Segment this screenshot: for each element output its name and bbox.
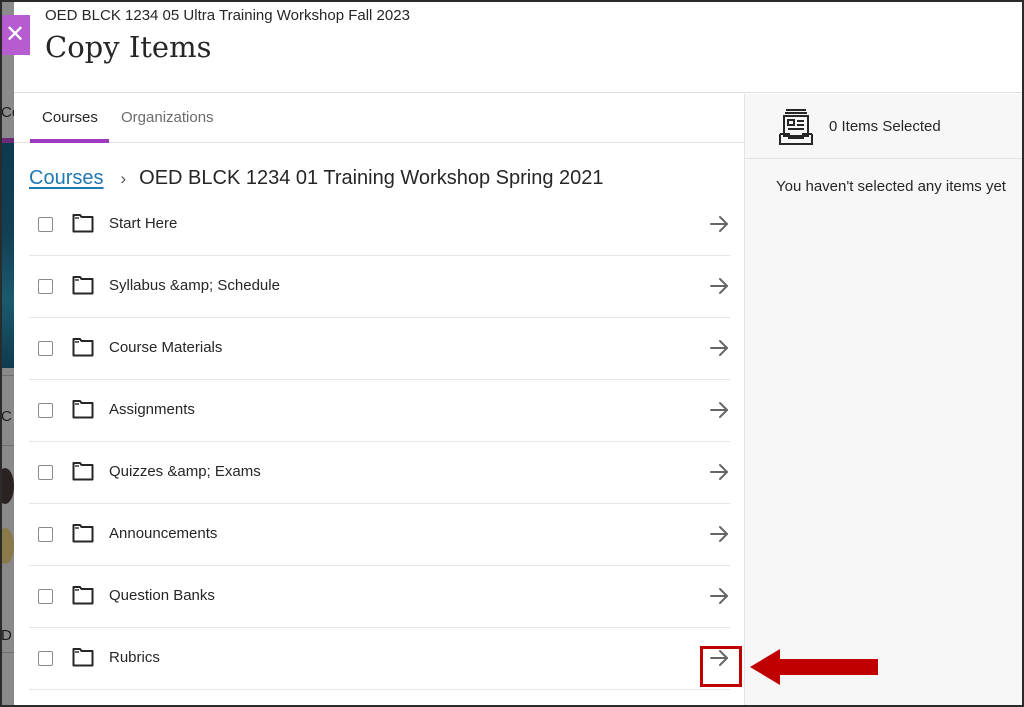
- folder-icon: [72, 400, 94, 419]
- background-page: Co C D: [0, 0, 14, 707]
- item-checkbox[interactable]: [38, 403, 53, 418]
- item-checkbox[interactable]: [38, 465, 53, 480]
- open-folder-button[interactable]: [708, 337, 730, 359]
- background-letter: C: [1, 408, 12, 425]
- list-item-0: Start Here: [29, 201, 730, 256]
- item-label: Quizzes &amp; Exams: [109, 463, 261, 480]
- open-folder-button[interactable]: [708, 585, 730, 607]
- content-list: Start Here Syllabus &amp; Schedule Cours…: [29, 201, 730, 690]
- empty-selection-message: You haven't selected any items yet: [776, 178, 1006, 195]
- selection-panel: 0 Items Selected You haven't selected an…: [744, 94, 1022, 705]
- folder-icon: [72, 276, 94, 295]
- item-checkbox[interactable]: [38, 589, 53, 604]
- item-label: Announcements: [109, 525, 218, 542]
- chevron-right-icon: ›: [120, 168, 127, 188]
- background-divider: [0, 375, 14, 376]
- active-tab-indicator: [30, 139, 109, 143]
- item-checkbox[interactable]: [38, 217, 53, 232]
- folder-icon: [72, 648, 94, 667]
- item-checkbox[interactable]: [38, 651, 53, 666]
- item-checkbox[interactable]: [38, 527, 53, 542]
- arrow-right-icon: [710, 278, 728, 294]
- open-folder-button[interactable]: [708, 523, 730, 545]
- open-folder-button[interactable]: [708, 461, 730, 483]
- background-letter: D: [1, 627, 12, 644]
- arrow-right-icon: [710, 216, 728, 232]
- tab-courses[interactable]: Courses: [42, 109, 98, 126]
- arrow-right-icon: [710, 340, 728, 356]
- breadcrumb: Courses › OED BLCK 1234 01 Training Work…: [29, 167, 604, 190]
- page-title: Copy Items: [45, 30, 212, 64]
- arrow-right-icon: [710, 402, 728, 418]
- background-letter: Co: [1, 104, 14, 121]
- annotation-highlight-box: [700, 646, 742, 687]
- open-folder-button[interactable]: [708, 399, 730, 421]
- list-item-6: Question Banks: [29, 566, 730, 628]
- open-folder-button[interactable]: [708, 213, 730, 235]
- course-name: OED BLCK 1234 05 Ultra Training Workshop…: [45, 7, 410, 24]
- items-selected-count: 0 Items Selected: [829, 118, 941, 135]
- list-item-2: Course Materials: [29, 318, 730, 380]
- item-checkbox[interactable]: [38, 341, 53, 356]
- list-item-1: Syllabus &amp; Schedule: [29, 256, 730, 318]
- arrow-right-icon: [710, 526, 728, 542]
- folder-icon: [72, 524, 94, 543]
- item-label: Question Banks: [109, 587, 215, 604]
- list-item-7: Rubrics: [29, 628, 730, 690]
- folder-icon: [72, 214, 94, 233]
- folder-icon: [72, 586, 94, 605]
- tab-organizations[interactable]: Organizations: [121, 109, 214, 126]
- folder-icon: [72, 462, 94, 481]
- item-label: Start Here: [109, 215, 178, 232]
- list-item-3: Assignments: [29, 380, 730, 442]
- background-avatar: [0, 528, 14, 564]
- background-divider: [0, 652, 14, 653]
- tray-icon: [779, 109, 813, 145]
- item-label: Assignments: [109, 401, 195, 418]
- list-item-4: Quizzes &amp; Exams: [29, 442, 730, 504]
- background-divider: [0, 445, 14, 446]
- arrow-right-icon: [710, 464, 728, 480]
- item-checkbox[interactable]: [38, 279, 53, 294]
- selection-header: 0 Items Selected: [745, 94, 1022, 159]
- source-tabs: Courses Organizations: [14, 94, 744, 143]
- list-item-5: Announcements: [29, 504, 730, 566]
- annotation-arrow-icon: [750, 649, 878, 685]
- open-folder-button[interactable]: [708, 275, 730, 297]
- copy-items-panel: OED BLCK 1234 05 Ultra Training Workshop…: [14, 2, 1022, 705]
- breadcrumb-current-course: OED BLCK 1234 01 Training Workshop Sprin…: [139, 167, 604, 189]
- background-banner: [0, 143, 14, 368]
- breadcrumb-courses-link[interactable]: Courses: [29, 167, 103, 190]
- item-label: Syllabus &amp; Schedule: [109, 277, 280, 294]
- source-browser: Courses Organizations Courses › OED BLCK…: [14, 94, 744, 705]
- item-label: Rubrics: [109, 649, 160, 666]
- close-button[interactable]: ✕: [0, 15, 30, 55]
- panel-header: OED BLCK 1234 05 Ultra Training Workshop…: [14, 2, 1022, 93]
- close-icon: ✕: [4, 21, 26, 48]
- item-label: Course Materials: [109, 339, 223, 356]
- arrow-right-icon: [710, 588, 728, 604]
- background-avatar: [0, 468, 14, 504]
- folder-icon: [72, 338, 94, 357]
